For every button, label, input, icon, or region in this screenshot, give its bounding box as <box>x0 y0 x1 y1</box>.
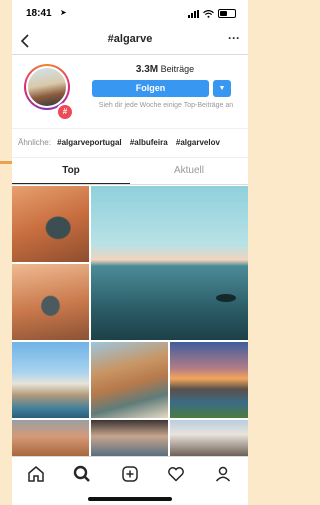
home-indicator <box>88 497 172 501</box>
posts-count-value: 3.3M <box>135 64 159 75</box>
page-title: #algarve <box>107 33 153 45</box>
phone-screen: 18:41 ➤ #algarve ··· # 3.3M Beiträge Fol… <box>12 0 248 505</box>
status-icons <box>188 9 236 18</box>
posts-count-label: Beiträge <box>160 64 195 74</box>
rock-shape <box>216 294 236 302</box>
post-thumbnail[interactable] <box>91 342 168 418</box>
heart-icon[interactable] <box>166 464 186 484</box>
more-options-button[interactable]: ··· <box>228 31 240 45</box>
tab-top[interactable]: Top <box>12 158 130 184</box>
post-thumbnail[interactable] <box>12 264 89 340</box>
related-label: Ähnliche: <box>18 138 51 147</box>
post-thumbnail[interactable] <box>12 420 89 456</box>
tab-recent[interactable]: Aktuell <box>130 158 248 184</box>
home-icon[interactable] <box>26 464 46 484</box>
battery-icon <box>218 9 236 18</box>
post-thumbnail[interactable] <box>12 342 89 418</box>
avatar-image <box>26 66 68 108</box>
wifi-icon <box>203 9 214 18</box>
follow-dropdown-button[interactable]: ▼ <box>213 80 231 97</box>
post-thumbnail[interactable] <box>91 186 248 340</box>
post-thumbnail[interactable] <box>91 420 168 456</box>
post-thumbnail[interactable] <box>170 420 248 456</box>
post-thumbnail[interactable] <box>12 186 89 262</box>
search-icon[interactable] <box>72 464 92 484</box>
hashtag-badge-icon: # <box>56 103 74 121</box>
feed-tabs: Top Aktuell <box>12 158 248 185</box>
post-grid <box>12 186 248 456</box>
signal-icon <box>188 9 199 18</box>
status-time: 18:41 <box>26 8 52 19</box>
add-post-icon[interactable] <box>120 464 140 484</box>
profile-icon[interactable] <box>213 464 233 484</box>
posts-count: 3.3M Beiträge <box>92 64 238 75</box>
status-bar: 18:41 ➤ <box>12 0 248 28</box>
header: #algarve ··· <box>12 28 248 55</box>
follow-hint: Sieh dir jede Woche einige Top-Beiträge … <box>98 102 234 109</box>
post-thumbnail[interactable] <box>170 342 248 418</box>
location-arrow-icon: ➤ <box>60 8 67 17</box>
related-tag[interactable]: #albufeira <box>130 138 168 147</box>
related-tag[interactable]: #algarveportugal <box>57 138 121 147</box>
related-hashtags: Ähnliche: #algarveportugal #albufeira #a… <box>12 128 248 158</box>
follow-button[interactable]: Folgen <box>92 80 209 97</box>
related-tag[interactable]: #algarvelov <box>176 138 220 147</box>
